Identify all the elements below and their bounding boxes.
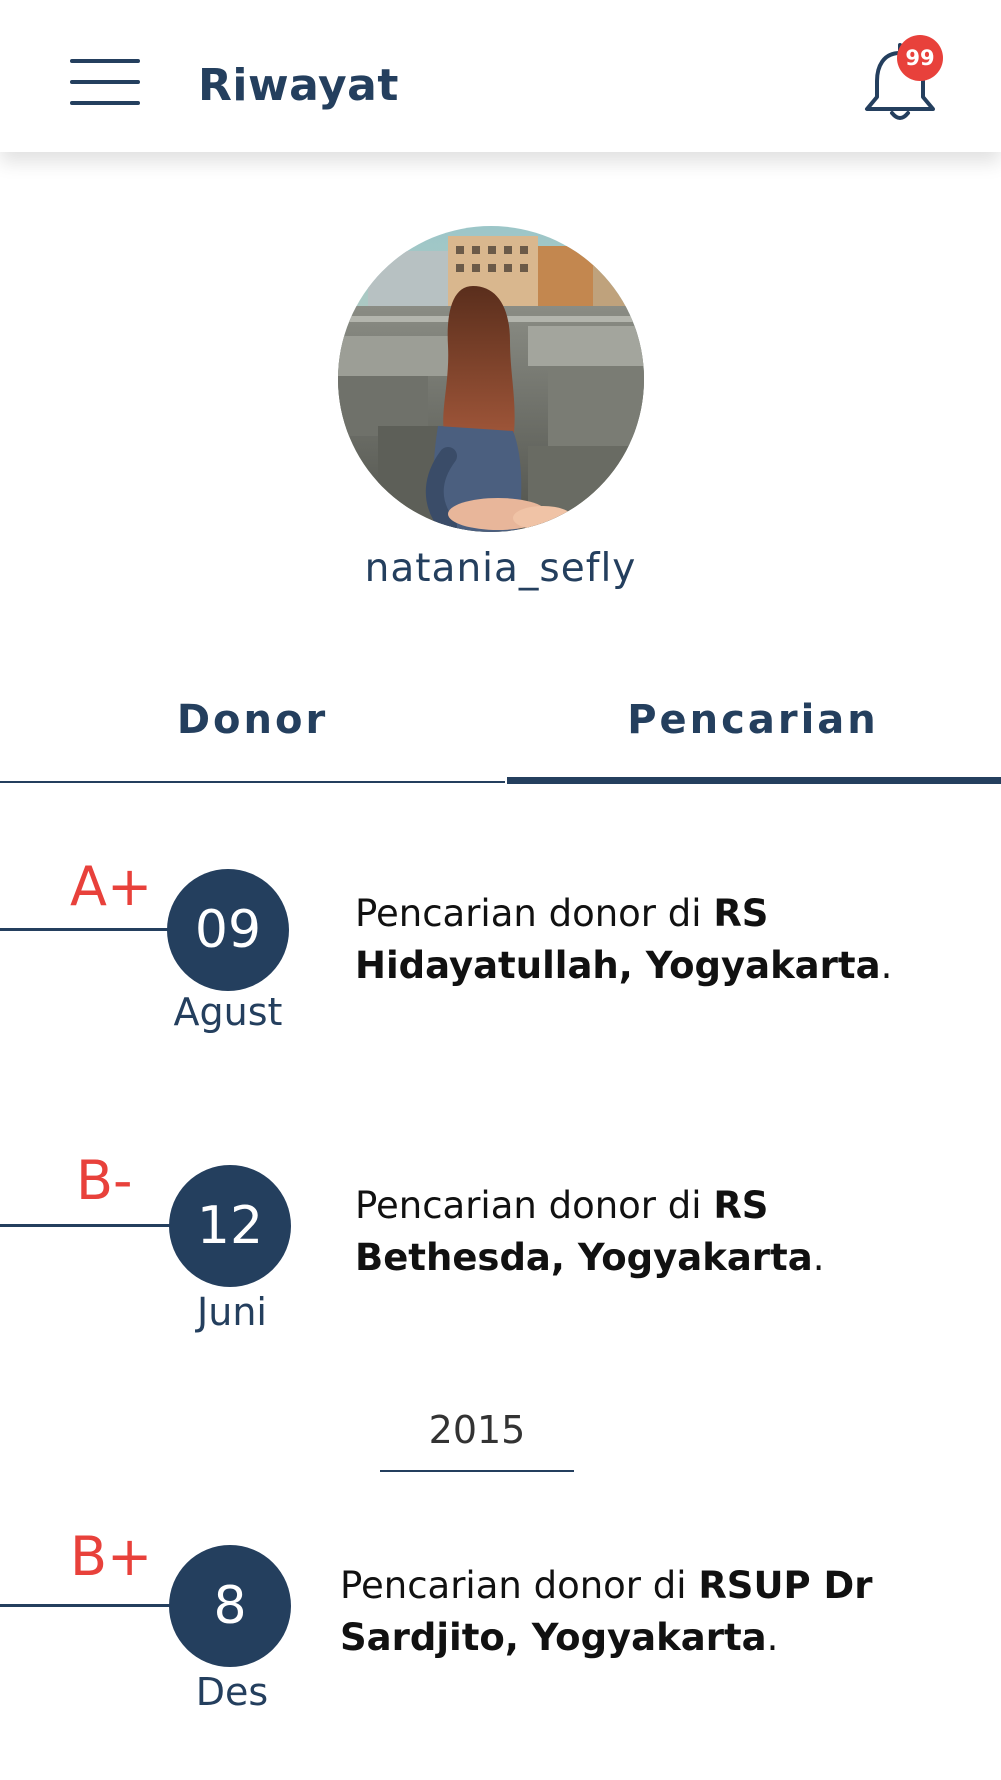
- menu-bar-bottom: [70, 101, 140, 105]
- description-suffix: .: [880, 944, 893, 987]
- description-suffix: .: [812, 1236, 825, 1279]
- tab-pencarian[interactable]: Pencarian: [505, 660, 1001, 780]
- date-month: Juni: [197, 1290, 267, 1334]
- blood-type-label: B+: [70, 1525, 153, 1588]
- date-month: Des: [195, 1670, 269, 1714]
- history-item[interactable]: A+ 09 Agust Pencarian donor di RS Hidaya…: [0, 860, 1001, 1050]
- description-suffix: .: [766, 1616, 779, 1659]
- description-prefix: Pencarian donor di: [355, 892, 714, 935]
- history-description: Pencarian donor di RS Hidayatullah, Yogy…: [355, 888, 975, 992]
- year-separator-line: [380, 1470, 574, 1472]
- profile-photo: [338, 226, 644, 532]
- hamburger-menu-icon[interactable]: [64, 55, 144, 115]
- tab-divider: [0, 781, 505, 783]
- history-item[interactable]: B+ 8 Des Pencarian donor di RSUP Dr Sard…: [0, 1530, 1001, 1726]
- history-tabs: Donor Pencarian: [0, 660, 1001, 786]
- timeline-connector: [0, 1224, 180, 1227]
- date-day-circle: 12: [169, 1165, 291, 1287]
- date-month: Agust: [173, 990, 283, 1034]
- description-prefix: Pencarian donor di: [355, 1184, 714, 1227]
- blood-type-label: B-: [76, 1149, 133, 1212]
- history-description: Pencarian donor di RS Bethesda, Yogyakar…: [355, 1180, 975, 1284]
- history-description: Pencarian donor di RSUP Dr Sardjito, Yog…: [340, 1560, 960, 1664]
- active-tab-indicator: [507, 777, 1001, 784]
- year-separator: 2015: [428, 1408, 526, 1452]
- notification-button[interactable]: 99: [855, 35, 955, 125]
- avatar[interactable]: [338, 226, 644, 532]
- app-header: Riwayat 99: [0, 0, 1001, 152]
- tab-donor[interactable]: Donor: [0, 660, 505, 780]
- timeline-connector: [0, 1604, 180, 1607]
- date-day-circle: 09: [167, 869, 289, 991]
- menu-bar-middle: [70, 80, 140, 84]
- description-prefix: Pencarian donor di: [340, 1564, 699, 1607]
- timeline-connector: [0, 928, 180, 931]
- history-item[interactable]: B- 12 Juni Pencarian donor di RS Bethesd…: [0, 1154, 1001, 1346]
- blood-type-label: A+: [70, 855, 153, 918]
- page-title: Riwayat: [198, 60, 399, 111]
- notification-count-badge: 99: [897, 35, 943, 81]
- menu-bar-top: [70, 59, 140, 63]
- date-day-circle: 8: [169, 1545, 291, 1667]
- username: natania_sefly: [364, 546, 637, 591]
